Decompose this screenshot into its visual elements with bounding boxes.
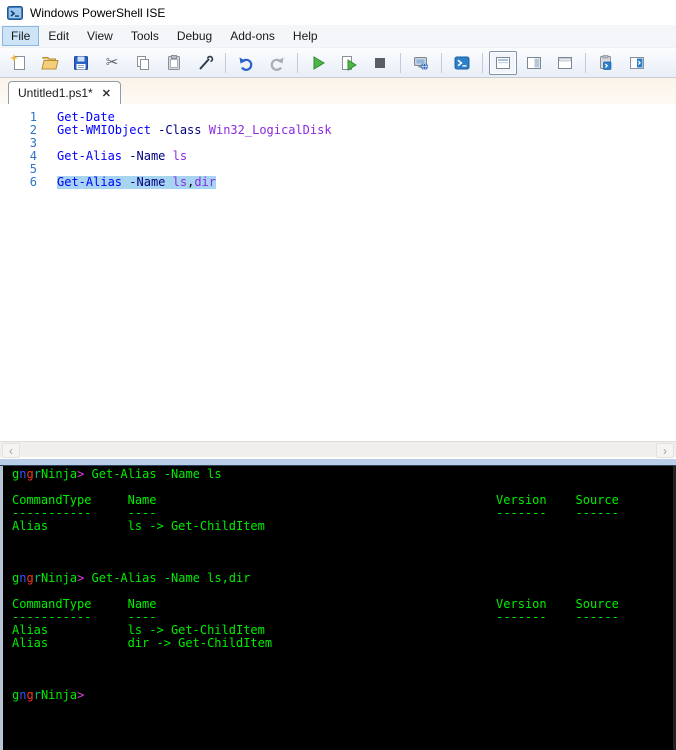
tab-untitled1[interactable]: Untitled1.ps1* ✕ xyxy=(8,81,121,104)
menu-debug[interactable]: Debug xyxy=(168,26,221,46)
editor-horizontal-scrollbar[interactable]: ‹ › xyxy=(0,441,676,457)
window-title: Windows PowerShell ISE xyxy=(30,6,165,20)
code-text: Get-Alias -Name ls xyxy=(57,150,187,163)
menu-tools[interactable]: Tools xyxy=(122,26,168,46)
tab-strip: Untitled1.ps1* ✕ xyxy=(0,78,676,104)
stop-button[interactable] xyxy=(366,51,394,75)
new-remote-powershell-tab-button[interactable] xyxy=(407,51,435,75)
script-pane-top-button[interactable] xyxy=(489,51,517,75)
title-bar: Windows PowerShell ISE xyxy=(0,0,676,25)
pane-with-powershell-badge-icon xyxy=(628,54,646,72)
undo-button[interactable] xyxy=(232,51,260,75)
start-powershell-button[interactable] xyxy=(448,51,476,75)
run-script-button[interactable] xyxy=(304,51,332,75)
cut-icon: ✂ xyxy=(106,55,119,70)
menu-addons[interactable]: Add-ons xyxy=(221,26,284,46)
copy-button[interactable] xyxy=(129,51,157,75)
copy-icon xyxy=(134,54,152,72)
script-with-powershell-badge-button[interactable] xyxy=(592,51,620,75)
code-line: 4Get-Alias -Name ls xyxy=(0,150,676,163)
paste-icon xyxy=(165,54,183,72)
redo-icon xyxy=(268,54,286,72)
redo-button[interactable] xyxy=(263,51,291,75)
open-script-icon xyxy=(41,54,59,72)
toolbar-separator xyxy=(585,53,586,73)
script-pane-top-icon xyxy=(494,54,512,72)
menu-edit[interactable]: Edit xyxy=(39,26,78,46)
code-area: 1Get-Date2Get-WMIObject -Class Win32_Log… xyxy=(0,104,676,189)
powershell-ise-icon xyxy=(7,5,23,21)
undo-icon xyxy=(237,54,255,72)
console-pane[interactable]: gngrNinja> Get-Alias -Name ls CommandTyp… xyxy=(0,466,676,750)
script-pane-right-button[interactable] xyxy=(520,51,548,75)
open-script-button[interactable] xyxy=(36,51,64,75)
tab-close-icon[interactable]: ✕ xyxy=(102,87,111,100)
clear-console-icon xyxy=(196,54,214,72)
script-editor-pane[interactable]: 1Get-Date2Get-WMIObject -Class Win32_Log… xyxy=(0,104,676,441)
script-with-powershell-badge-icon xyxy=(597,54,615,72)
cut-button[interactable]: ✂ xyxy=(98,51,126,75)
menu-help[interactable]: Help xyxy=(284,26,327,46)
code-text: Get-WMIObject -Class Win32_LogicalDisk xyxy=(57,124,332,137)
toolbar-separator xyxy=(400,53,401,73)
stop-icon xyxy=(371,54,389,72)
save-icon xyxy=(72,54,90,72)
toolbar-separator xyxy=(225,53,226,73)
clear-console-button[interactable] xyxy=(191,51,219,75)
new-remote-powershell-tab-icon xyxy=(412,54,430,72)
tab-label: Untitled1.ps1* xyxy=(18,86,93,100)
start-powershell-icon xyxy=(453,54,471,72)
line-number: 6 xyxy=(0,176,37,189)
toolbar: ✂ xyxy=(0,47,676,78)
script-pane-right-icon xyxy=(525,54,543,72)
run-selection-button[interactable] xyxy=(335,51,363,75)
menu-view[interactable]: View xyxy=(78,26,122,46)
new-script-icon xyxy=(10,54,28,72)
pane-splitter[interactable] xyxy=(0,457,676,466)
toolbar-separator xyxy=(297,53,298,73)
save-button[interactable] xyxy=(67,51,95,75)
new-script-button[interactable] xyxy=(5,51,33,75)
menu-file[interactable]: File xyxy=(2,26,39,46)
code-text: Get-Alias -Name ls,dir xyxy=(57,176,216,189)
run-script-icon xyxy=(309,54,327,72)
script-pane-maximized-button[interactable] xyxy=(551,51,579,75)
scroll-right-icon[interactable]: › xyxy=(656,443,674,458)
menu-bar: File Edit View Tools Debug Add-ons Help xyxy=(0,25,676,47)
powershell-ise-window: Windows PowerShell ISE File Edit View To… xyxy=(0,0,676,750)
script-pane-maximized-icon xyxy=(556,54,574,72)
paste-button[interactable] xyxy=(160,51,188,75)
run-selection-icon xyxy=(340,54,358,72)
code-line: 2Get-WMIObject -Class Win32_LogicalDisk xyxy=(0,124,676,137)
pane-with-powershell-badge-button[interactable] xyxy=(623,51,651,75)
scroll-left-icon[interactable]: ‹ xyxy=(2,443,20,458)
toolbar-separator xyxy=(441,53,442,73)
code-line: 6 Get-Alias -Name ls,dir xyxy=(0,176,676,189)
toolbar-separator xyxy=(482,53,483,73)
console-output: gngrNinja> Get-Alias -Name ls CommandTyp… xyxy=(3,466,676,702)
